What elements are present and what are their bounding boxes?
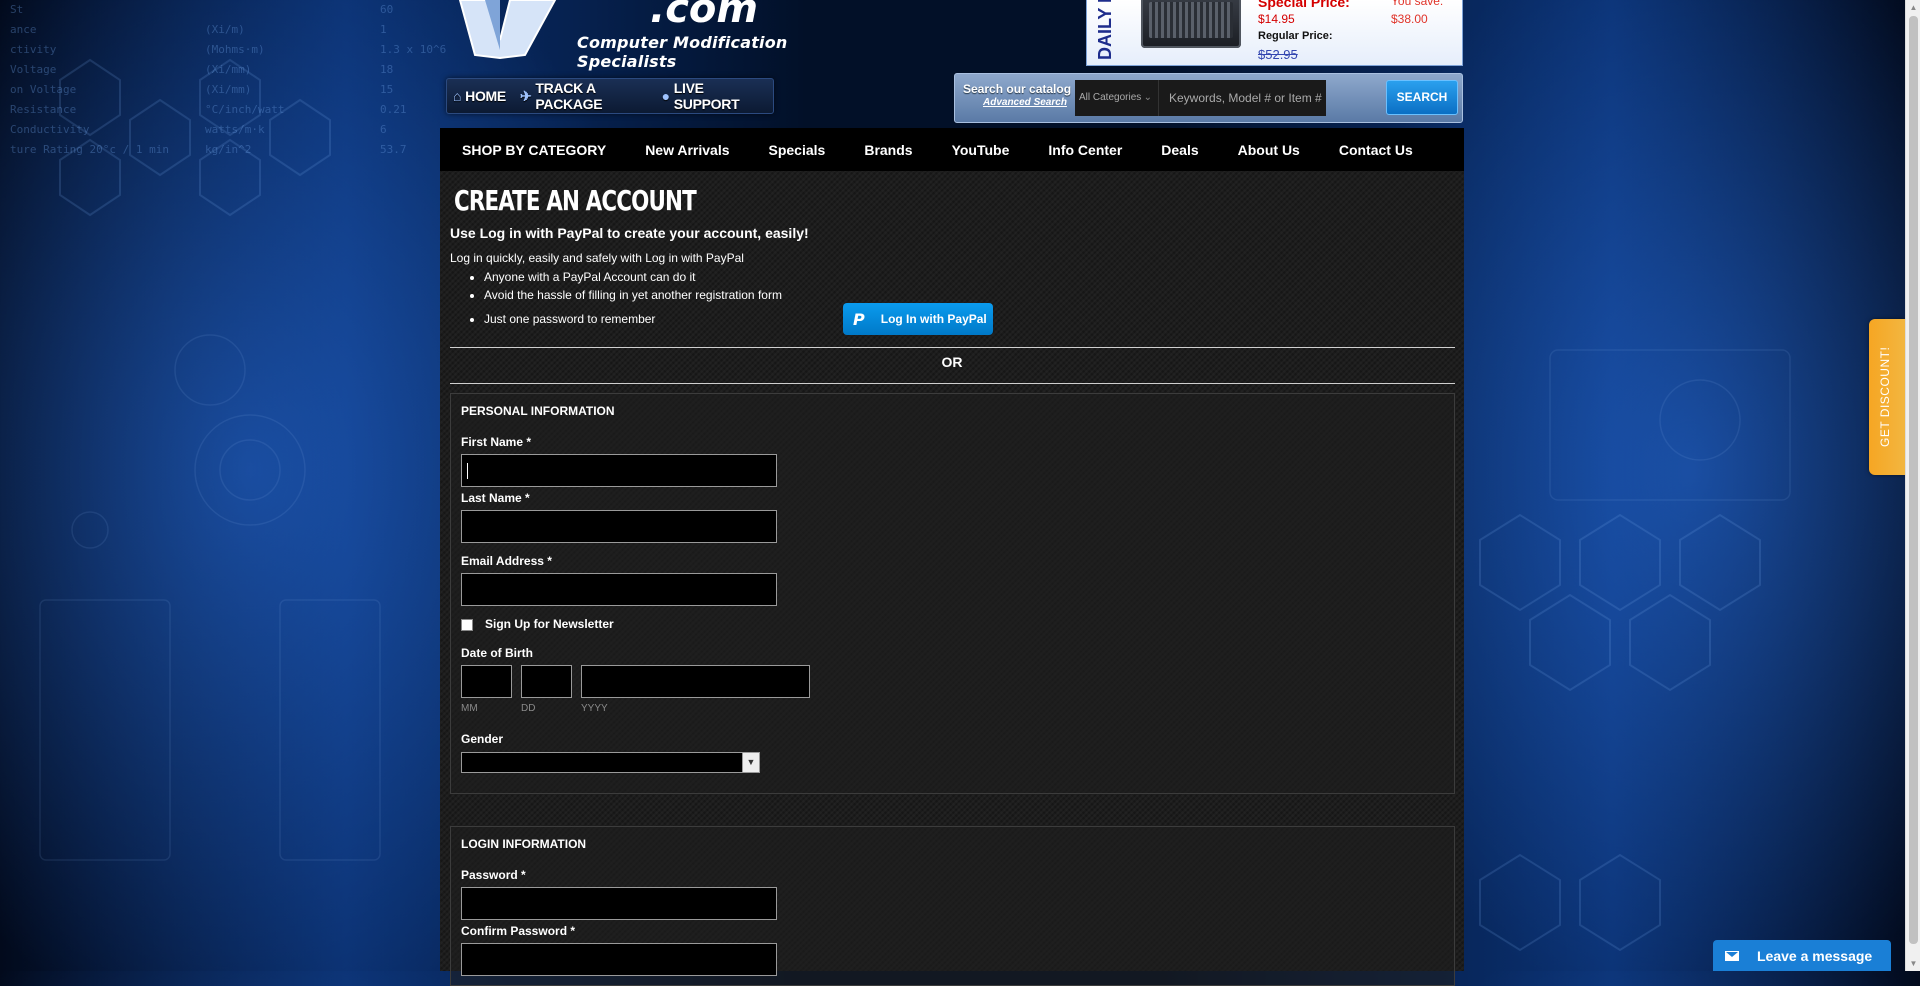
first-name-input[interactable] [461,454,777,487]
home-icon: ⌂ [453,88,462,104]
category-select[interactable]: All Categories ⌄ [1075,80,1159,116]
nav-new-arrivals[interactable]: New Arrivals [645,142,729,158]
spec-row: on Voltage (Xi/mm) 15 [10,83,394,96]
or-separator: OR [941,354,963,370]
paypal-benefits-list: Anyone with a PayPal Account can do it A… [468,268,782,328]
background-spec-table: St 60 ance (Xi/m) 1 ctivity (Mohms·m) 1.3 x 1… [10,0,446,160]
newsletter-label[interactable]: Sign Up for Newsletter [485,617,614,631]
section-heading: LOGIN INFORMATION [461,837,587,851]
email-label: Email Address * [461,554,552,568]
dob-day-input[interactable] [521,665,572,698]
top-nav-live-support[interactable]: ● LIVE SUPPORT [662,80,759,112]
list-item: Avoid the hassle of filling in yet anoth… [484,286,782,304]
regular-price-label: Regular Price: [1258,30,1333,42]
page-title: CREATE AN ACCOUNT [454,184,697,217]
logo-domain: .com [650,0,759,32]
dob-hint-mm: MM [461,703,478,714]
paypal-icon: P [853,309,865,329]
you-save-label: You save: [1391,0,1444,8]
you-save-value: $38.00 [1391,12,1428,26]
dob-hint-dd: DD [521,703,536,714]
paypal-intro: Log in quickly, easily and safely with L… [450,251,744,265]
top-nav: ⌂ HOME ✈ TRACK A PACKAGE ● LIVE SUPPORT [446,78,774,114]
daily-deal-banner[interactable]: DAILY D Special Price: $14.95 Regular Pr… [1086,0,1463,66]
list-item: Just one password to remember [484,310,782,328]
password-label: Password * [461,868,526,882]
text-cursor [467,463,468,479]
envelope-icon [1725,950,1739,961]
spec-row: Voltage (Xi/mm) 18 [10,63,394,76]
search-button[interactable]: SEARCH [1386,80,1458,115]
personal-information-fieldset: PERSONAL INFORMATION First Name * Last N… [450,393,1455,794]
site-logo[interactable]: .com Computer Modification Specialists [455,0,875,71]
scrollbar-thumb[interactable] [1909,16,1918,944]
get-discount-tab[interactable]: GET DISCOUNT! [1869,319,1905,475]
nav-shop-by-category[interactable]: SHOP BY CATEGORY [462,142,606,158]
main-content: SHOP BY CATEGORY New Arrivals Specials B… [440,128,1464,986]
scroll-down-icon[interactable]: ▼ [1906,956,1920,971]
confirm-password-label: Confirm Password * [461,924,576,938]
advanced-search-link[interactable]: Advanced Search [983,97,1067,108]
dob-label: Date of Birth [461,646,533,660]
confirm-password-input[interactable] [461,943,777,976]
special-price-value: $14.95 [1258,12,1295,26]
dob-year-input[interactable] [581,665,810,698]
search-input[interactable] [1159,80,1326,116]
search-label: Search our catalog [963,82,1072,96]
dob-hint-yyyy: YYYY [581,703,608,714]
spec-row: ture Rating 20°c / 1 min kg/in^2 53.7 [10,143,407,156]
chevron-down-icon: ⌄ [1143,92,1152,103]
spec-row: St 60 [10,3,394,16]
password-input[interactable] [461,887,777,920]
daily-deal-title: DAILY D [1095,0,1115,60]
nav-youtube[interactable]: YouTube [952,142,1010,158]
spec-row: ctivity (Mohms·m) 1.3 x 10^6 [10,43,447,56]
list-item: Anyone with a PayPal Account can do it [484,268,782,286]
email-input[interactable] [461,573,777,606]
gender-label: Gender [461,732,504,746]
chat-bubble-icon: ● [661,88,670,104]
chevron-down-icon: ▼ [742,753,759,772]
catalog-search: Search our catalog Advanced Search All C… [954,73,1463,123]
airplane-icon: ✈ [519,87,532,104]
spec-row: Conductivity watts/m·k 6 [10,123,387,136]
paypal-login-button[interactable]: P Log In with PayPal [843,303,993,335]
special-price-label: Special Price: [1258,0,1350,10]
scroll-up-icon[interactable]: ▲ [1906,0,1920,15]
dob-month-input[interactable] [461,665,512,698]
spec-row: Resistance °C/inch/watt 0.21 [10,103,407,116]
main-nav: SHOP BY CATEGORY New Arrivals Specials B… [440,128,1464,171]
last-name-label: Last Name * [461,491,530,505]
nav-contact-us[interactable]: Contact Us [1339,142,1413,158]
logo-shield-icon [458,0,557,60]
nav-info-center[interactable]: Info Center [1048,142,1122,158]
spec-row: ance (Xi/m) 1 [10,23,387,36]
newsletter-checkbox[interactable] [461,619,473,631]
last-name-input[interactable] [461,510,777,543]
top-nav-track-package[interactable]: ✈ TRACK A PACKAGE [520,80,648,112]
divider [450,347,1455,348]
deal-product-image[interactable] [1141,0,1241,48]
logo-tagline: Computer Modification Specialists [577,33,788,71]
divider [450,383,1455,384]
first-name-label: First Name * [461,435,532,449]
page-scrollbar[interactable]: ▲ ▼ [1905,0,1920,971]
nav-deals[interactable]: Deals [1161,142,1198,158]
nav-brands[interactable]: Brands [864,142,912,158]
section-heading: PERSONAL INFORMATION [461,404,615,418]
paypal-headline: Use Log in with PayPal to create your ac… [450,225,809,241]
nav-about-us[interactable]: About Us [1238,142,1300,158]
leave-message-button[interactable]: Leave a message [1713,940,1891,971]
gender-select[interactable]: ▼ [461,752,760,773]
login-information-fieldset: LOGIN INFORMATION Password * Confirm Pas… [450,826,1455,986]
regular-price-value: $52.95 [1258,47,1298,62]
top-nav-home[interactable]: ⌂ HOME [453,88,506,104]
nav-specials[interactable]: Specials [769,142,826,158]
